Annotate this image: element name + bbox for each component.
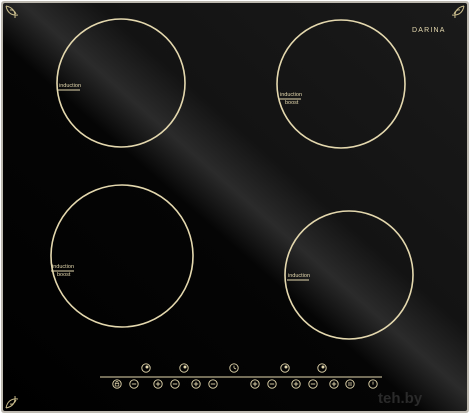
zone-label-boost: boost	[57, 272, 71, 278]
brand-logo: DARINA	[412, 27, 446, 34]
zone-label-induction: induction	[280, 92, 303, 98]
glass-surface	[3, 3, 467, 411]
zone-label-induction: induction	[52, 264, 75, 270]
zone-label-boost: boost	[285, 100, 299, 106]
cooktop-photo: DARINA induction induction boost inducti…	[0, 0, 470, 414]
watermark-text: teh.by	[378, 390, 423, 407]
zone-label-induction: induction	[288, 273, 311, 279]
watermark-logo: teh.by	[378, 390, 464, 408]
cooktop-glass	[1, 1, 469, 413]
zone-label-induction: induction	[59, 83, 82, 89]
